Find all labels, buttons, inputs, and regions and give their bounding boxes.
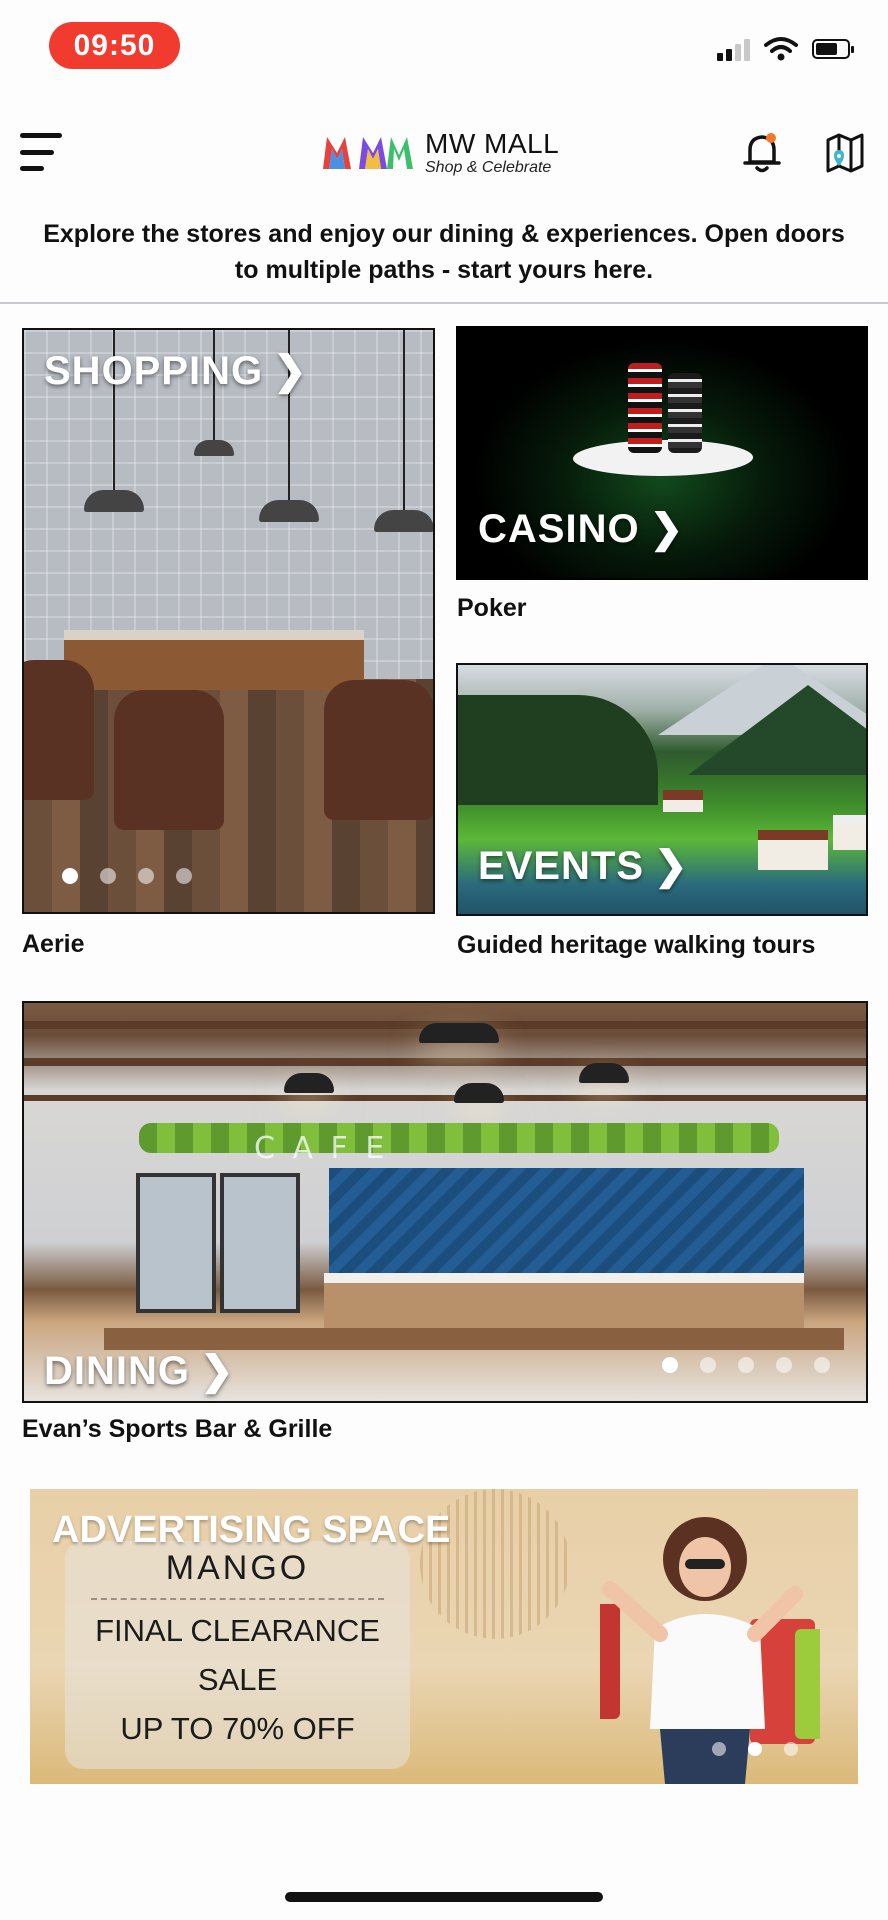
ad-carousel-dots <box>712 1742 798 1756</box>
logo-mark-icon <box>323 137 413 169</box>
ad-brand: MANGO <box>165 1549 310 1587</box>
ad-line-2: SALE <box>197 1662 278 1697</box>
battery-icon <box>812 39 854 59</box>
chevron-right-icon: ❯ <box>273 349 308 393</box>
shopping-tile[interactable]: SHOPPING ❯ <box>22 328 435 914</box>
shopping-caption[interactable]: Aerie <box>22 930 85 959</box>
mw-mall-logo[interactable]: MW MALL Shop & Celebrate <box>323 130 559 176</box>
chevron-right-icon: ❯ <box>654 844 689 888</box>
carousel-dot[interactable] <box>748 1742 762 1756</box>
casino-title[interactable]: CASINO ❯ <box>478 506 684 552</box>
dining-caption[interactable]: Evan’s Sports Bar & Grille <box>22 1415 332 1444</box>
casino-caption[interactable]: Poker <box>457 594 526 623</box>
casino-tile[interactable]: CASINO ❯ <box>456 326 868 580</box>
ad-line-3: UP TO 70% OFF <box>120 1711 355 1746</box>
dining-carousel-dots <box>662 1357 830 1373</box>
carousel-dot[interactable] <box>814 1357 830 1373</box>
status-icons <box>717 36 854 62</box>
header-divider <box>0 302 888 304</box>
home-indicator[interactable] <box>285 1892 603 1902</box>
notification-badge <box>766 133 776 143</box>
intro-text: Explore the stores and enjoy our dining … <box>43 220 845 284</box>
bell-icon[interactable] <box>742 130 782 174</box>
carousel-dot[interactable] <box>784 1742 798 1756</box>
cellular-signal-icon <box>717 37 750 61</box>
status-time: 09:50 <box>49 22 180 69</box>
events-tile[interactable]: EVENTS ❯ <box>456 663 868 916</box>
wifi-icon <box>764 37 798 61</box>
carousel-dot[interactable] <box>776 1357 792 1373</box>
chevron-right-icon: ❯ <box>649 507 685 551</box>
events-caption[interactable]: Guided heritage walking tours <box>457 931 815 960</box>
dining-title[interactable]: DINING ❯ <box>44 1348 235 1394</box>
hamburger-menu-icon[interactable] <box>20 133 62 171</box>
carousel-dot[interactable] <box>662 1357 678 1373</box>
carousel-dot[interactable] <box>700 1357 716 1373</box>
shopping-title[interactable]: SHOPPING ❯ <box>44 348 308 394</box>
chevron-right-icon: ❯ <box>200 1349 235 1393</box>
carousel-dot[interactable] <box>138 868 154 884</box>
shopping-carousel-dots <box>62 868 192 884</box>
ad-line-1: FINAL CLEARANCE <box>95 1613 380 1648</box>
carousel-dot[interactable] <box>100 868 116 884</box>
dining-tile[interactable]: C A F E DINING ❯ <box>22 1001 868 1403</box>
events-title[interactable]: EVENTS ❯ <box>478 843 689 889</box>
ad-title: ADVERTISING SPACE <box>52 1509 451 1551</box>
logo-tagline: Shop & Celebrate <box>425 159 552 176</box>
cafe-sign: C A F E <box>254 1131 389 1166</box>
advertising-banner[interactable]: MANGO FINAL CLEARANCE SALE UP TO 70% OFF… <box>30 1489 858 1784</box>
map-icon[interactable] <box>824 130 866 174</box>
carousel-dot[interactable] <box>712 1742 726 1756</box>
carousel-dot[interactable] <box>62 868 78 884</box>
logo-title: MW MALL <box>425 128 560 159</box>
ad-promo-card: MANGO FINAL CLEARANCE SALE UP TO 70% OFF <box>65 1541 410 1769</box>
carousel-dot[interactable] <box>176 868 192 884</box>
carousel-dot[interactable] <box>738 1357 754 1373</box>
poker-chips-image <box>628 363 702 453</box>
